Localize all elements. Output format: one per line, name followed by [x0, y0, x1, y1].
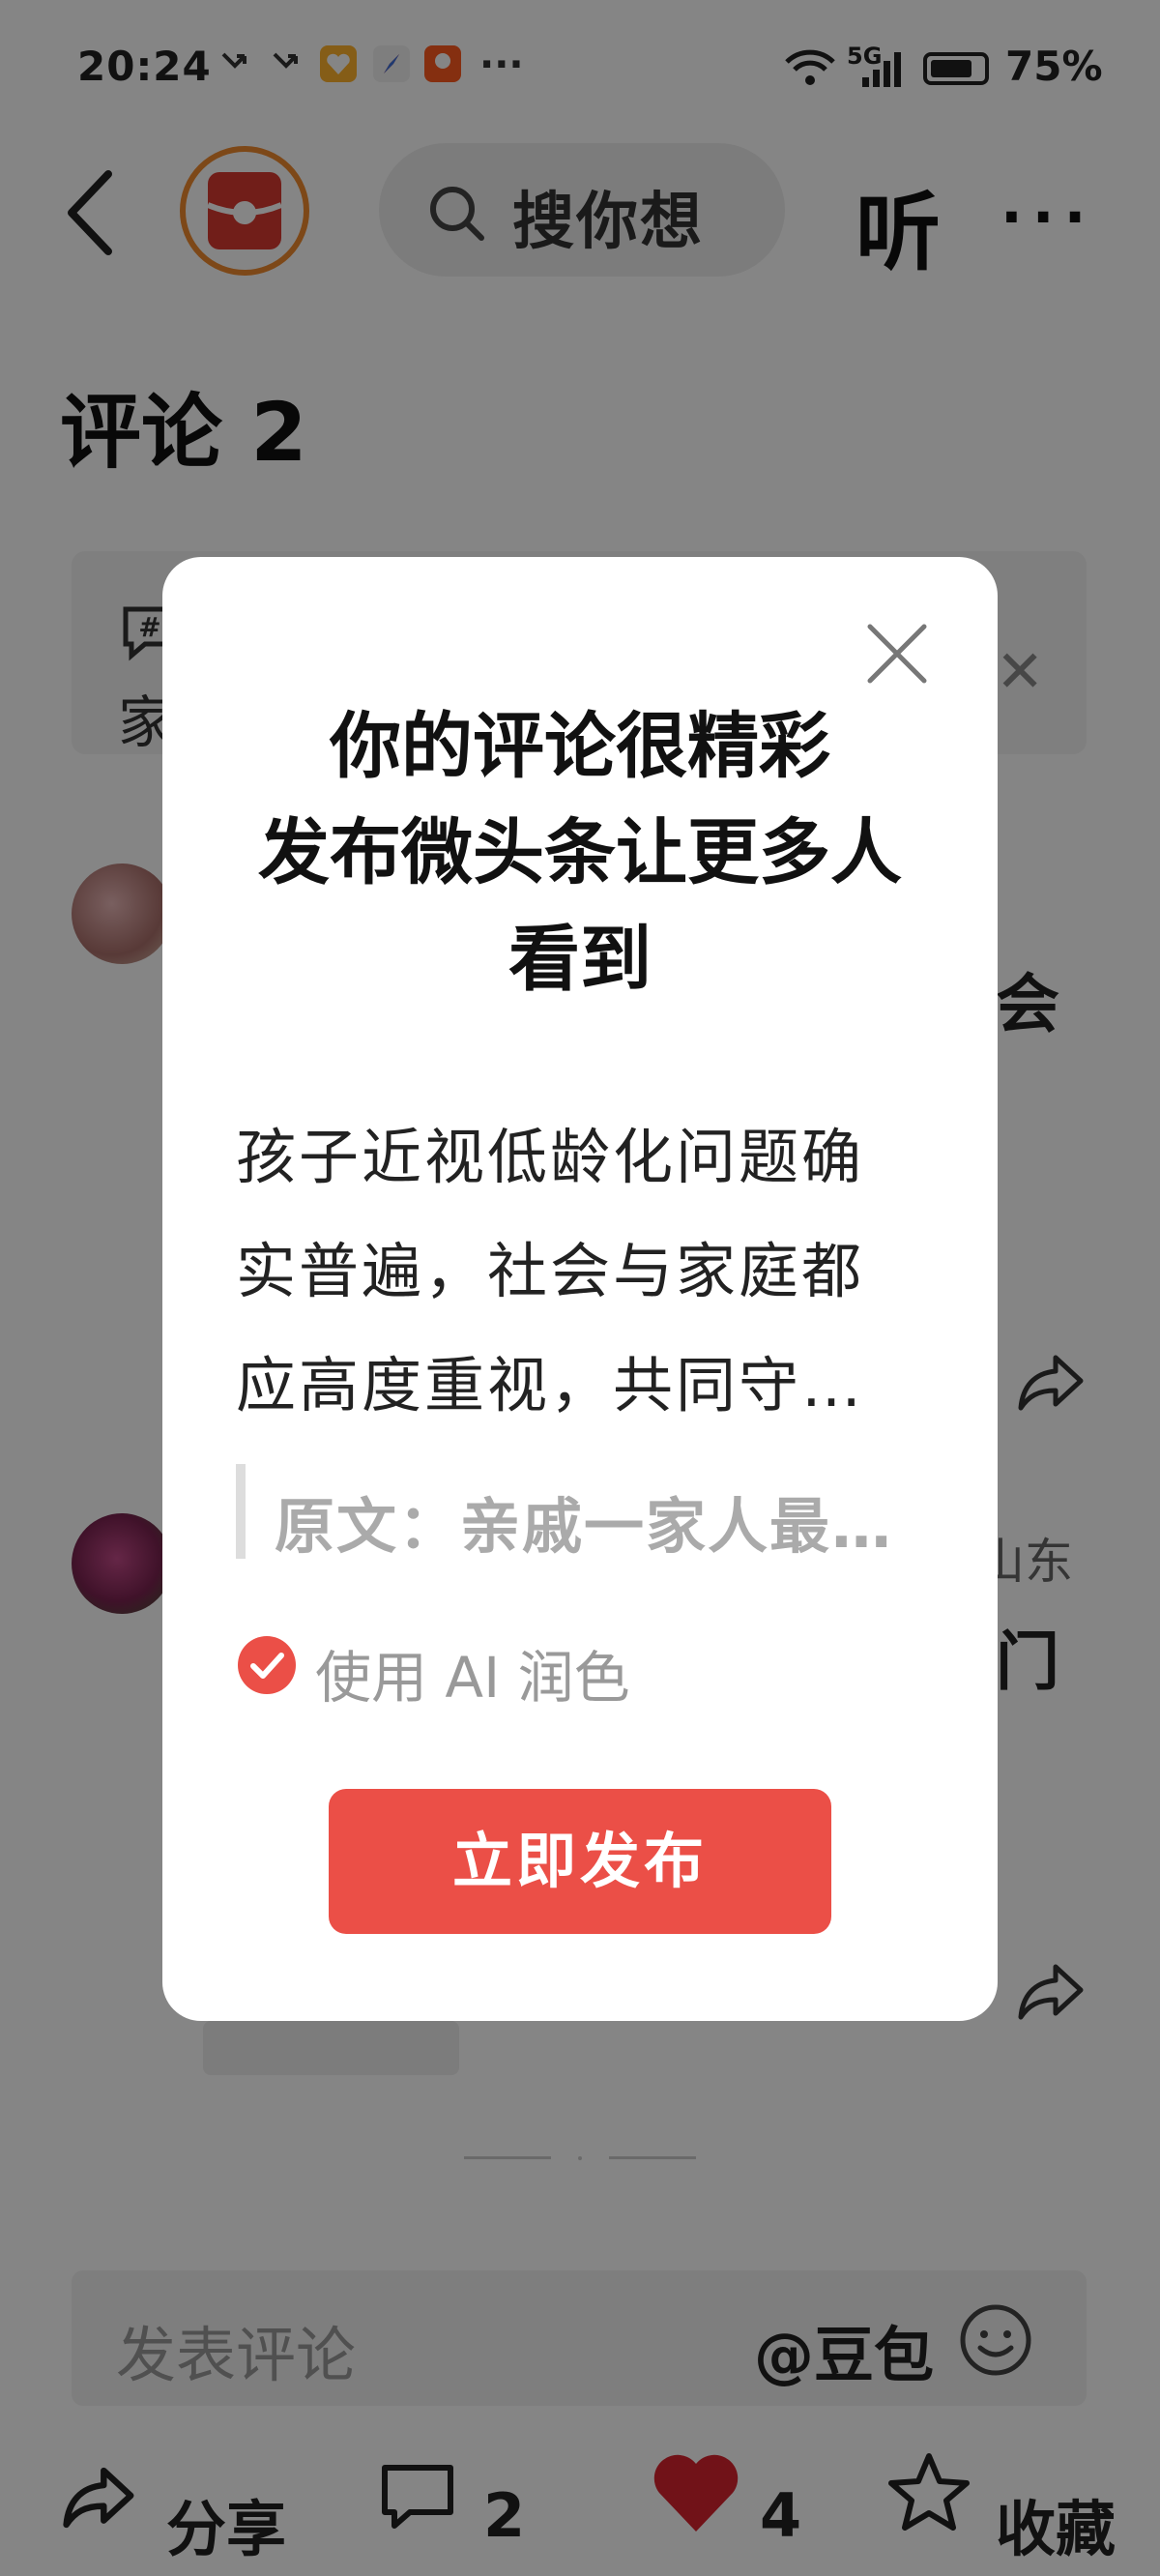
close-icon[interactable] [862, 619, 932, 688]
quote-divider [236, 1464, 246, 1559]
comment-preview-line: 孩子近视低龄化问题确 [236, 1122, 865, 1192]
original-article-quote: 原文：亲戚一家人最… [275, 1491, 894, 1562]
checkmark-icon [250, 1653, 284, 1679]
dialog-title-line: 看到 [508, 918, 652, 1001]
publish-now-button[interactable]: 立即发布 [329, 1789, 831, 1934]
dialog-title-line: 你的评论很精彩 [330, 705, 830, 788]
comment-preview-line: 实普遍，社会与家庭都 [236, 1236, 865, 1306]
ai-polish-checkbox[interactable] [238, 1636, 296, 1694]
comment-preview-line: 应高度重视，共同守… [236, 1350, 865, 1420]
ai-polish-label[interactable]: 使用 AI 润色 [315, 1632, 630, 1713]
dialog-title-line: 发布微头条让更多人 [258, 811, 902, 894]
